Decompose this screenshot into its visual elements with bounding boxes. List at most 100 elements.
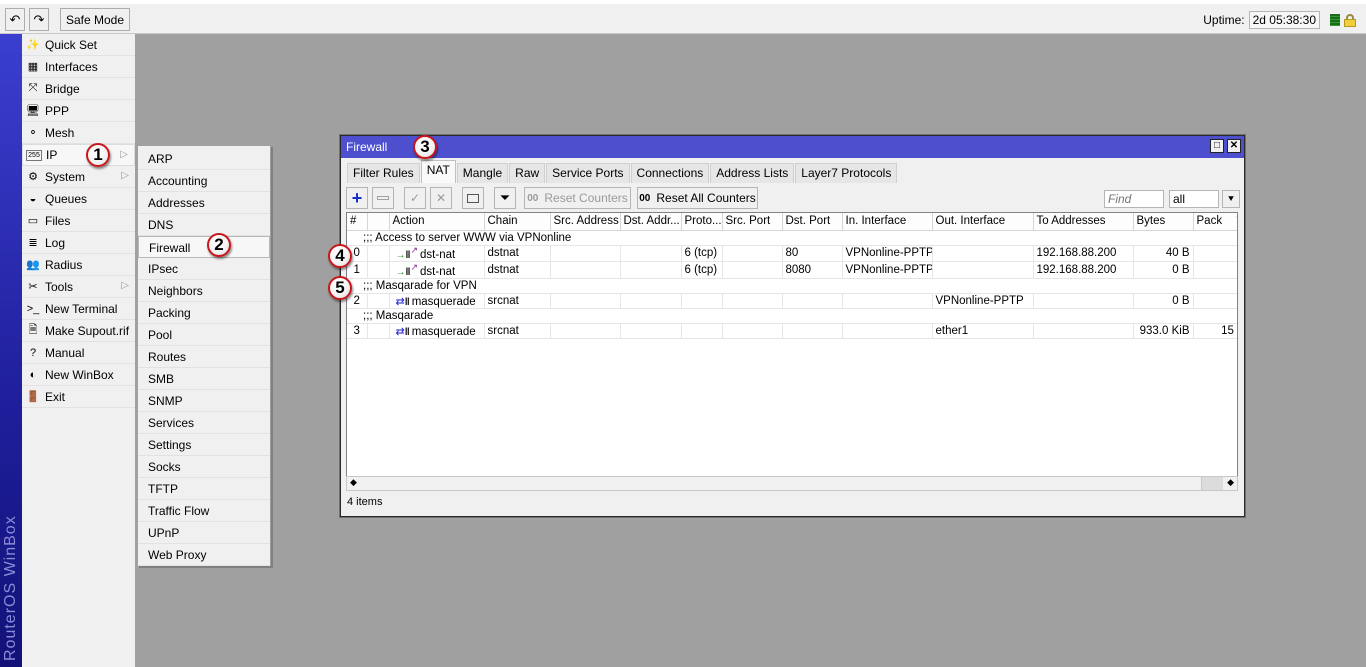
main-menu-item-new-winbox[interactable]: ◐ New WinBox [22, 364, 135, 386]
table-row[interactable]: 2 ⇄‖ masquerade srcnat VPNonline-PPTP 0 B [347, 293, 1237, 310]
column-header-flags[interactable] [367, 213, 390, 231]
column-menu-icon[interactable]: ▼ [1234, 214, 1237, 225]
scroll-right-icon[interactable]: ◆ [1227, 477, 1234, 488]
rule-comment-row[interactable]: ;;; Masqarade for VPN [347, 278, 1237, 295]
main-menu-item-mesh[interactable]: ⚬ Mesh [22, 122, 135, 144]
main-menu-item-interfaces[interactable]: ▦ Interfaces [22, 56, 135, 78]
table-row[interactable]: 0 →‖↗ dst-nat dstnat 6 (tcp) 80 VPNonline-PPTP… [347, 245, 1237, 263]
tab-nat[interactable]: NAT [420, 160, 456, 183]
ip-submenu-item-tftp[interactable]: TFTP [138, 478, 270, 500]
dst-nat-icon: →‖↗ [395, 262, 419, 279]
filter-button[interactable]: ⏷ [494, 187, 516, 209]
column-header-in-interface[interactable]: In. Interface [842, 213, 933, 231]
rule-comment-row[interactable]: ;;; Masqarade [347, 308, 1237, 325]
main-menu-item-ip[interactable]: 255 IP ▷ [22, 144, 135, 166]
main-menu-item-new-terminal[interactable]: >_ New Terminal [22, 298, 135, 320]
column-header-to-addresses[interactable]: To Addresses [1033, 213, 1134, 231]
tab-raw[interactable]: Raw [509, 163, 546, 183]
cell-dst-address [620, 293, 682, 310]
main-menu-item-make-supout-rif[interactable]: 🗎 Make Supout.rif [22, 320, 135, 342]
table-row[interactable]: 1 →‖↗ dst-nat dstnat 6 (tcp) 8080 VPNonline-PP… [347, 261, 1237, 280]
reset-all-counters-button[interactable]: 00 Reset All Counters [637, 187, 758, 209]
ppp-icon: 🖥 [26, 105, 40, 117]
undo-button[interactable]: ↶ [5, 8, 25, 31]
main-menu-item-bridge[interactable]: ⤧ Bridge [22, 78, 135, 100]
main-menu-item-label: System [45, 169, 86, 184]
filter-dropdown-button[interactable]: ⯆ [1222, 190, 1240, 208]
sideband-label: RouterOS WinBox [2, 515, 19, 661]
column-header-[interactable]: # [347, 213, 368, 231]
main-menu-item-exit[interactable]: 🚪 Exit [22, 386, 135, 408]
rule-comment: ;;; Masqarade for VPN [347, 278, 1237, 295]
tab-address-lists[interactable]: Address Lists [710, 163, 795, 183]
column-header-dst-port[interactable]: Dst. Port [782, 213, 843, 231]
lock-icon[interactable] [1344, 13, 1356, 27]
ip-submenu-item-pool[interactable]: Pool [138, 324, 270, 346]
ip-submenu-item-smb[interactable]: SMB [138, 368, 270, 390]
ip-submenu-item-socks[interactable]: Socks [138, 456, 270, 478]
ip-submenu-item-services[interactable]: Services [138, 412, 270, 434]
main-menu-item-system[interactable]: ⚙ System ▷ [22, 166, 135, 188]
main-menu-item-manual[interactable]: ? Manual [22, 342, 135, 364]
remove-button[interactable] [372, 187, 394, 209]
ip-submenu-item-upnp[interactable]: UPnP [138, 522, 270, 544]
undo-icon: ↶ [9, 11, 21, 27]
tab-connections[interactable]: Connections [630, 163, 710, 183]
safe-mode-button[interactable]: Safe Mode [60, 8, 130, 31]
scroll-thumb[interactable] [1201, 477, 1223, 490]
ip-submenu-item-dns[interactable]: DNS [138, 214, 270, 236]
column-header-src-port[interactable]: Src. Port [722, 213, 783, 231]
tab-layer7-protocols[interactable]: Layer7 Protocols [795, 163, 898, 183]
main-menu-item-radius[interactable]: 👥 Radius [22, 254, 135, 276]
ip-submenu-item-accounting[interactable]: Accounting [138, 170, 270, 192]
tab-service-ports[interactable]: Service Ports [546, 163, 630, 183]
tab-mangle[interactable]: Mangle [456, 163, 509, 183]
disable-button[interactable]: ✕ [430, 187, 452, 209]
ip-submenu-item-snmp[interactable]: SNMP [138, 390, 270, 412]
column-header-chain[interactable]: Chain [484, 213, 551, 231]
column-header-proto[interactable]: Proto... [681, 213, 723, 231]
reset-counters-button[interactable]: 00 Reset Counters [524, 187, 631, 209]
ip-submenu-item-web-proxy[interactable]: Web Proxy [138, 544, 270, 566]
main-menu-item-ppp[interactable]: 🖥 PPP [22, 100, 135, 122]
column-header-action[interactable]: Action [389, 213, 485, 231]
rule-comment: ;;; Masqarade [347, 308, 1237, 325]
main-menu-item-quick-set[interactable]: ✨ Quick Set [22, 34, 135, 56]
column-header-src-address[interactable]: Src. Address [550, 213, 621, 231]
cell-action: →‖↗ dst-nat [389, 261, 485, 280]
cell-num: 2 [347, 293, 368, 310]
main-menu-item-queues[interactable]: ◒ Queues [22, 188, 135, 210]
rule-comment-row[interactable]: ;;; Access to server WWW via VPNonline [347, 230, 1237, 246]
enable-button[interactable]: ✓ [404, 187, 426, 209]
ip-submenu-item-traffic-flow[interactable]: Traffic Flow [138, 500, 270, 522]
filter-select[interactable]: all [1169, 190, 1219, 208]
ip-submenu-item-packing[interactable]: Packing [138, 302, 270, 324]
column-header-dst-addr[interactable]: Dst. Addr... [620, 213, 682, 231]
horizontal-scrollbar[interactable]: ◆ ◆ [346, 476, 1238, 491]
redo-button[interactable]: ↷ [29, 8, 49, 31]
find-input[interactable] [1104, 190, 1164, 208]
scroll-left-icon[interactable]: ◆ [350, 477, 357, 488]
ip-submenu-item-arp[interactable]: ARP [138, 148, 270, 170]
ip-submenu-item-neighbors[interactable]: Neighbors [138, 280, 270, 302]
column-header-pack[interactable]: Pack▼ [1193, 213, 1237, 231]
column-header-bytes[interactable]: Bytes [1133, 213, 1194, 231]
main-menu-item-log[interactable]: ≣ Log [22, 232, 135, 254]
ip-submenu-item-ipsec[interactable]: IPsec [138, 258, 270, 280]
ip-submenu-item-firewall[interactable]: Firewall [138, 236, 270, 258]
ip-submenu-item-routes[interactable]: Routes [138, 346, 270, 368]
table-row[interactable]: 3⇄‖masqueradesrcnatether1933.0 KiB15 9 [347, 323, 1237, 340]
tab-filter-rules[interactable]: Filter Rules [347, 163, 420, 183]
main-menu-item-files[interactable]: ▭ Files [22, 210, 135, 232]
ip-submenu-item-addresses[interactable]: Addresses [138, 192, 270, 214]
main-menu-item-tools[interactable]: ✂ Tools ▷ [22, 276, 135, 298]
maximize-button[interactable]: □ [1210, 139, 1224, 153]
filter-select-value: all [1173, 192, 1186, 206]
add-button[interactable]: + [346, 187, 368, 209]
comment-button[interactable] [462, 187, 484, 209]
cell-action: ⇄‖ masquerade [389, 323, 485, 340]
column-header-out-interface[interactable]: Out. Interface [932, 213, 1034, 231]
window-titlebar[interactable]: Firewall □ ✕ [341, 136, 1244, 158]
ip-submenu-item-settings[interactable]: Settings [138, 434, 270, 456]
close-button[interactable]: ✕ [1227, 139, 1241, 153]
